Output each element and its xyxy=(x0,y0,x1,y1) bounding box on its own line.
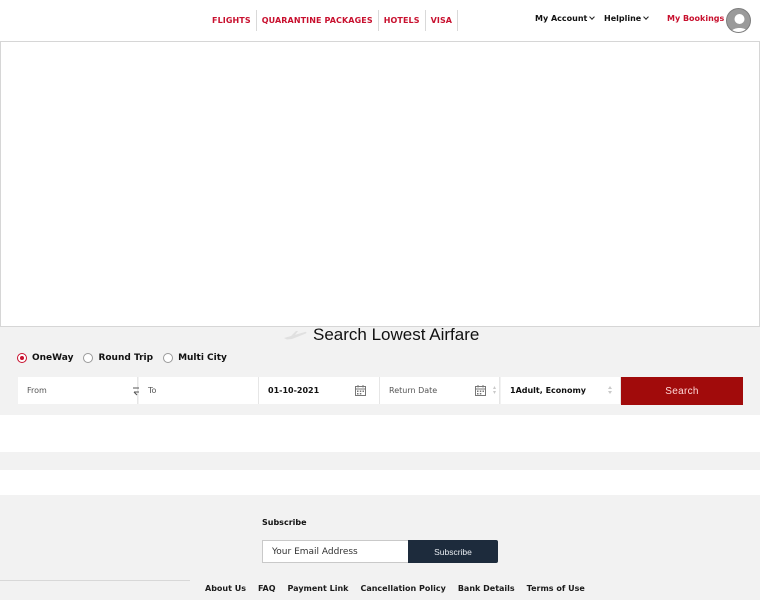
hero-banner xyxy=(0,41,760,327)
trip-multi[interactable]: Multi City xyxy=(163,353,227,363)
search-button[interactable]: Search xyxy=(621,377,743,405)
search-title-text: Search Lowest Airfare xyxy=(313,325,480,344)
calendar-icon[interactable] xyxy=(355,385,366,396)
footer-link-about-us[interactable]: About Us xyxy=(205,584,246,593)
to-field[interactable]: To xyxy=(139,377,259,404)
search-title: Search Lowest Airfare xyxy=(283,325,479,345)
trip-type-selector: OneWay Round Trip Multi City xyxy=(17,353,237,363)
divider-strip xyxy=(0,452,760,470)
radio-round-trip[interactable] xyxy=(83,353,94,363)
page: FLIGHTS QUARANTINE PACKAGES HOTELS VISA … xyxy=(0,0,760,600)
user-silhouette-icon xyxy=(730,14,749,32)
email-input[interactable] xyxy=(262,540,409,563)
passengers-caret-icon xyxy=(608,386,612,394)
calendar-icon[interactable] xyxy=(475,385,486,396)
radio-oneway[interactable] xyxy=(17,353,27,363)
footer-link-faq[interactable]: FAQ xyxy=(258,584,276,593)
return-date-placeholder: Return Date xyxy=(389,386,438,395)
trip-multi-label: Multi City xyxy=(178,353,227,363)
trip-oneway-label: OneWay xyxy=(32,353,74,363)
passengers-field[interactable]: 1Adult, Economy xyxy=(501,377,621,404)
from-placeholder: From xyxy=(27,386,47,395)
trip-round[interactable]: Round Trip xyxy=(83,353,153,363)
passengers-value: 1Adult, Economy xyxy=(510,386,587,395)
subscribe-button[interactable]: Subscribe xyxy=(408,540,498,563)
footer-link-bank-details[interactable]: Bank Details xyxy=(458,584,515,593)
footer-links: About Us FAQ Payment Link Cancellation P… xyxy=(205,584,597,593)
depart-date-value: 01-10-2021 xyxy=(268,386,320,395)
footer-link-payment-link[interactable]: Payment Link xyxy=(288,584,349,593)
helpline-menu[interactable]: Helpline xyxy=(604,14,650,23)
header: FLIGHTS QUARANTINE PACKAGES HOTELS VISA … xyxy=(0,0,760,41)
chevron-down-icon xyxy=(589,14,596,20)
user-avatar-icon[interactable] xyxy=(726,8,751,33)
plane-icon xyxy=(284,331,307,340)
main-nav: FLIGHTS QUARANTINE PACKAGES HOTELS VISA xyxy=(207,10,459,31)
chevron-down-icon xyxy=(643,14,650,20)
footer-link-cancellation-policy[interactable]: Cancellation Policy xyxy=(360,584,445,593)
nav-quarantine-packages[interactable]: QUARANTINE PACKAGES xyxy=(257,10,379,31)
footer-divider xyxy=(0,580,190,581)
my-bookings-link[interactable]: My Bookings xyxy=(667,14,724,23)
return-scroll-caret-icon xyxy=(493,386,496,394)
helpline-label: Helpline xyxy=(604,14,642,23)
my-account-menu[interactable]: My Account xyxy=(535,14,596,23)
to-placeholder: To xyxy=(148,386,157,395)
my-account-label: My Account xyxy=(535,14,588,23)
nav-visa[interactable]: VISA xyxy=(426,10,459,31)
trip-oneway[interactable]: OneWay xyxy=(17,353,73,363)
subscribe-label: Subscribe xyxy=(262,518,307,527)
nav-hotels[interactable]: HOTELS xyxy=(379,10,426,31)
nav-flights[interactable]: FLIGHTS xyxy=(207,10,257,31)
radio-multi-city[interactable] xyxy=(163,353,174,363)
trip-round-label: Round Trip xyxy=(98,353,154,363)
from-field[interactable]: From xyxy=(18,377,138,404)
footer-link-terms-of-use[interactable]: Terms of Use xyxy=(527,584,585,593)
